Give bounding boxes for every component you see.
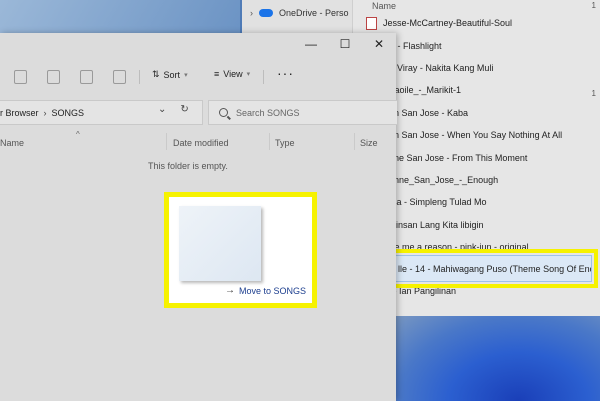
- search-input[interactable]: Search SONGS: [208, 100, 397, 125]
- column-header-type[interactable]: Type: [275, 138, 295, 148]
- list-item[interactable]: lyn Viray - Nakita Kang Muli: [362, 57, 600, 79]
- toolbar-divider: [139, 70, 140, 84]
- list-item[interactable]: e J - Flashlight: [362, 34, 600, 56]
- view-label: View: [223, 69, 243, 79]
- address-controls: ⌄ ↻: [158, 104, 189, 115]
- search-icon: [219, 108, 228, 117]
- column-header-name[interactable]: Name: [0, 138, 24, 148]
- audio-file-icon: [366, 16, 377, 30]
- wallpaper-bloom: [396, 316, 600, 401]
- search-placeholder: Search SONGS: [236, 107, 300, 118]
- list-item[interactable]: _Anne_San_Jose_-_Enough: [362, 169, 600, 191]
- breadcrumb-current[interactable]: SONGS: [52, 108, 85, 118]
- drag-tooltip: → Move to SONGS: [225, 285, 306, 296]
- drag-file-thumbnail: [179, 206, 261, 281]
- sort-icon: ⇅: [152, 69, 160, 79]
- empty-folder-message: This folder is empty.: [148, 161, 228, 171]
- column-header-date-modified[interactable]: Date modified: [173, 138, 229, 148]
- sort-caret-icon: ^: [76, 130, 80, 139]
- sort-button[interactable]: ⇅ Sort ▾: [152, 69, 188, 80]
- list-item[interactable]: Ann San Jose - Kaba: [362, 102, 600, 124]
- close-button[interactable]: ✕: [362, 33, 396, 55]
- rename-icon[interactable]: [47, 70, 60, 84]
- highlight-callout-selected-file: lle - 14 - Mahiwagang Puso (Theme Song O…: [383, 249, 598, 288]
- highlight-callout-drag: → Move to SONGS: [164, 192, 317, 308]
- wallpaper-top-strip: [0, 0, 240, 36]
- list-item[interactable]: Jesse-McCartney-Beautiful-Soul: [362, 12, 600, 34]
- chevron-down-icon: ▾: [184, 71, 188, 79]
- column-header-size[interactable]: Size: [360, 138, 378, 148]
- chevron-down-icon: ▾: [246, 71, 251, 78]
- column-divider[interactable]: [166, 133, 167, 150]
- column-divider[interactable]: [354, 133, 355, 150]
- breadcrumb-parent[interactable]: r Browser: [0, 108, 39, 118]
- column-header-name[interactable]: Name: [372, 1, 396, 11]
- toolbar-divider: [263, 70, 264, 84]
- list-item[interactable]: _Caoile_-_Marikit-1: [362, 79, 600, 101]
- delete-icon[interactable]: [113, 70, 126, 84]
- maximize-button[interactable]: ☐: [328, 33, 362, 55]
- nav-item-label: OneDrive - Perso: [279, 8, 349, 18]
- column-divider[interactable]: [269, 133, 270, 150]
- chevron-down-icon[interactable]: ⌄: [158, 104, 166, 115]
- view-button[interactable]: ≡ View ▾: [214, 69, 250, 79]
- paste-icon[interactable]: [14, 70, 27, 84]
- nav-item-onedrive[interactable]: › OneDrive - Perso: [250, 8, 349, 18]
- selected-file-row[interactable]: lle - 14 - Mahiwagang Puso (Theme Song O…: [389, 255, 592, 282]
- list-item[interactable]: Gisa - Simpleng Tulad Mo: [362, 191, 600, 213]
- arrow-right-icon: →: [224, 285, 235, 296]
- onedrive-cloud-icon: [259, 9, 273, 17]
- list-item[interactable]: Anne San Jose - From This Moment: [362, 146, 600, 168]
- view-icon: ≡: [214, 69, 220, 79]
- refresh-icon[interactable]: ↻: [180, 104, 188, 115]
- share-icon[interactable]: [80, 70, 93, 84]
- sort-label: Sort: [163, 69, 181, 80]
- breadcrumb-separator-icon: ›: [43, 107, 47, 118]
- list-item[interactable]: Ann San Jose - When You Say Nothing At A…: [362, 124, 600, 146]
- chevron-right-icon[interactable]: ›: [250, 8, 253, 18]
- more-options-button[interactable]: ···: [277, 65, 294, 81]
- drag-tooltip-label: Move to SONGS: [238, 285, 306, 296]
- side-number: 1: [591, 1, 596, 10]
- window-controls: — ☐ ✕: [294, 33, 396, 55]
- list-item[interactable]: - Minsan Lang Kita libigin: [362, 214, 600, 236]
- command-bar: ⇅ Sort ▾ ≡ View ▾ ···: [0, 63, 396, 89]
- minimize-button[interactable]: —: [294, 33, 328, 55]
